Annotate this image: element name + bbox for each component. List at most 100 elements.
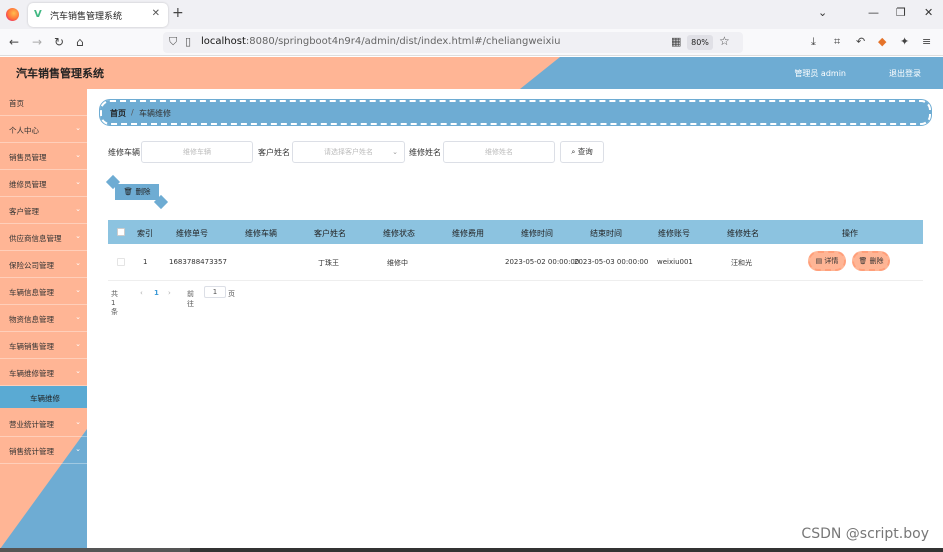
next-page-icon[interactable]: › — [168, 289, 171, 297]
cell-customer: 丁珠王 — [318, 259, 339, 267]
taskbar-strip-left — [0, 548, 190, 552]
search-icon: ⌕ — [571, 147, 576, 156]
goto-page-input[interactable]: 1 — [204, 286, 226, 298]
query-button[interactable]: ⌕ 查询 — [560, 141, 604, 163]
home-icon[interactable]: ⌂ — [76, 35, 84, 49]
select-all-checkbox[interactable] — [117, 228, 125, 236]
chevron-down-icon: ⌄ — [75, 286, 81, 294]
breadcrumb-home[interactable]: 首页 — [110, 108, 126, 119]
breadcrumb-current: 车辆维修 — [139, 109, 171, 118]
repairer-label: 维修姓名 — [409, 148, 441, 157]
qr-icon[interactable]: ▦ — [671, 35, 681, 48]
extensions-icon[interactable]: ✦ — [900, 35, 909, 48]
bookmark-star-icon[interactable]: ☆ — [719, 34, 730, 48]
header-diagonal — [520, 57, 560, 89]
shield-icon[interactable]: ⛉ — [169, 35, 177, 49]
new-tab-icon[interactable]: + — [172, 5, 184, 21]
back-icon[interactable]: ← — [9, 35, 19, 49]
cell-start-time: 2023-05-02 00:00:00 — [505, 258, 580, 266]
sidebar-item[interactable]: 个人中心 ⌄ — [0, 116, 87, 143]
delete-label: 删除 — [135, 187, 151, 196]
chevron-down-icon: ⌄ — [75, 178, 81, 186]
logout-link[interactable]: 退出登录 — [889, 68, 921, 79]
app-title: 汽车销售管理系统 — [16, 67, 104, 80]
col-order-no: 维修单号 — [176, 229, 208, 238]
pager-total: 共 1 条 — [111, 290, 118, 316]
sidebar-item[interactable]: 物资信息管理 ⌄ — [0, 305, 87, 332]
browser-tab-bar: V 汽车销售管理系统 ✕ + ⌄ — ❐ ✕ — [0, 0, 943, 29]
chevron-down-icon: ⌄ — [75, 418, 81, 426]
download-icon[interactable]: ⤓ — [811, 35, 816, 49]
sidebar-item-label: 首页 — [9, 99, 24, 108]
sidebar-item[interactable]: 销售统计管理 ⌄ — [0, 437, 87, 464]
detail-label: 详情 — [824, 257, 839, 265]
row-delete-button[interactable]: 🗑 删除 — [852, 251, 890, 271]
sidebar-item-label: 保险公司管理 — [9, 261, 54, 270]
firefox-icon[interactable] — [6, 8, 19, 21]
sidebar-item-label: 车辆销售管理 — [9, 342, 54, 351]
chevron-down-icon: ⌄ — [75, 124, 81, 132]
sidebar-item[interactable]: 客户管理 ⌄ — [0, 197, 87, 224]
crop-icon[interactable]: ⌗ — [834, 35, 840, 49]
maximize-icon[interactable]: ❐ — [896, 6, 906, 19]
prev-page-icon[interactable]: ‹ — [140, 289, 143, 297]
undo-icon[interactable]: ↶ — [856, 35, 865, 48]
forward-icon[interactable]: → — [32, 35, 42, 49]
browser-nav-bar: ← → ↻ ⌂ ⛉ ▯ localhost:8080/springboot4n9… — [0, 29, 943, 56]
car-input[interactable]: 维修车辆 — [141, 141, 253, 163]
sidebar-item-label: 车辆信息管理 — [9, 288, 54, 297]
url-bar[interactable]: ⛉ ▯ localhost:8080/springboot4n9r4/admin… — [163, 32, 743, 53]
page-unit-label: 页 — [228, 290, 235, 298]
extension-fox-icon[interactable]: ◆ — [878, 35, 886, 48]
col-start-time: 维修时间 — [521, 229, 553, 238]
chevron-down-icon: ⌄ — [75, 367, 81, 375]
sidebar-item[interactable]: 保险公司管理 ⌄ — [0, 251, 87, 278]
cell-index: 1 — [143, 258, 148, 266]
repairer-input[interactable]: 维修姓名 — [443, 141, 555, 163]
sidebar-item-label: 销售统计管理 — [9, 447, 54, 456]
vue-icon: V — [34, 9, 42, 20]
cell-order-no: 1683788473357 — [169, 258, 227, 266]
sidebar-item[interactable]: 车辆销售管理 ⌄ — [0, 332, 87, 359]
main-content: 首页 / 车辆维修 维修车辆 维修车辆 客户姓名 请选择客户姓名 ⌄ 维修姓名 … — [87, 89, 943, 552]
row-checkbox[interactable] — [117, 258, 125, 266]
browser-tab[interactable]: V 汽车销售管理系统 ✕ — [28, 3, 168, 27]
window-close-icon[interactable]: ✕ — [924, 6, 933, 19]
document-icon: ▤ — [815, 257, 823, 265]
reload-icon[interactable]: ↻ — [54, 35, 64, 49]
sidebar-item-label: 客户管理 — [9, 207, 39, 216]
chevron-down-icon: ⌄ — [75, 205, 81, 213]
sidebar-item-label: 个人中心 — [9, 126, 39, 135]
detail-button[interactable]: ▤ 详情 — [808, 251, 846, 271]
tab-list-icon[interactable]: ⌄ — [818, 6, 827, 19]
sidebar-item-label: 物资信息管理 — [9, 315, 54, 324]
sidebar-item[interactable]: 营业统计管理 ⌄ — [0, 410, 87, 437]
zoom-level[interactable]: 80% — [687, 35, 713, 50]
sidebar-item[interactable]: 供应商信息管理 ⌄ — [0, 224, 87, 251]
col-actions: 操作 — [842, 229, 858, 238]
breadcrumb-separator: / — [131, 108, 134, 117]
sidebar-item[interactable]: 车辆维修管理 ⌄ — [0, 359, 87, 386]
customer-select[interactable]: 请选择客户姓名 ⌄ — [292, 141, 405, 163]
tab-title: 汽车销售管理系统 — [50, 12, 123, 22]
breadcrumb: 首页 / 车辆维修 — [99, 99, 932, 126]
chevron-down-icon: ⌄ — [75, 151, 81, 159]
minimize-icon[interactable]: — — [868, 6, 879, 19]
sidebar-subitem-active[interactable]: 车辆维修 — [0, 386, 87, 408]
customer-label: 客户姓名 — [258, 148, 290, 157]
sidebar: 首页 个人中心 ⌄ 销售员管理 ⌄ 维修员管理 ⌄ 客户管理 ⌄ 供应商信息管理 ⌄ 保险公司管理 ⌄ 车… — [0, 89, 87, 552]
menu-icon[interactable]: ≡ — [922, 35, 931, 48]
chevron-down-icon: ⌄ — [75, 259, 81, 267]
col-account: 维修账号 — [658, 229, 690, 238]
page-number[interactable]: 1 — [154, 289, 159, 297]
delete-button[interactable]: 🗑 删除 — [115, 184, 159, 200]
goto-label: 前往 — [187, 290, 194, 308]
page-icon[interactable]: ▯ — [185, 35, 191, 48]
sidebar-item[interactable]: 首页 — [0, 89, 87, 116]
close-tab-icon[interactable]: ✕ — [152, 8, 160, 19]
sidebar-item[interactable]: 车辆信息管理 ⌄ — [0, 278, 87, 305]
sidebar-item[interactable]: 销售员管理 ⌄ — [0, 143, 87, 170]
url-text[interactable]: localhost:8080/springboot4n9r4/admin/dis… — [201, 36, 561, 47]
col-customer: 客户姓名 — [314, 229, 346, 238]
sidebar-item[interactable]: 维修员管理 ⌄ — [0, 170, 87, 197]
